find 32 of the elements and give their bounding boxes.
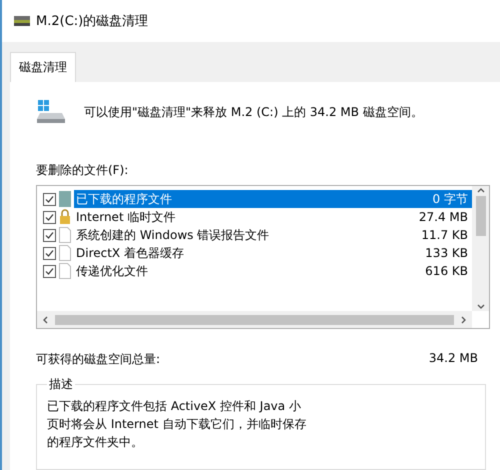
checkbox[interactable] <box>43 210 56 224</box>
scroll-left-icon[interactable] <box>41 316 49 324</box>
scroll-down-icon[interactable] <box>476 303 484 311</box>
file-icon <box>59 191 71 207</box>
scroll-up-icon[interactable] <box>476 186 484 194</box>
file-item[interactable]: 系统创建的 Windows 错误报告文件 11.7 KB <box>74 226 472 244</box>
tab[interactable]: 磁盘清理 <box>10 52 76 82</box>
file-icon <box>59 227 71 243</box>
files-label: 要删除的文件(F): <box>36 162 130 179</box>
drive-icon <box>36 99 66 125</box>
description-title: 描述 <box>48 376 74 393</box>
file-list[interactable]: 已下载的程序文件 0 字节 Internet 临时文件 27.4 MB 系统创建的 Windows 错误报告文件 11.7 KB DirectX 着色器缓存 133 KB 传递优化文件 616 KB <box>36 185 490 329</box>
file-item[interactable]: 传递优化文件 616 KB <box>74 262 472 280</box>
scroll-right-icon[interactable] <box>460 316 468 324</box>
total-value: 34.2 MB <box>428 351 478 367</box>
file-item[interactable]: DirectX 着色器缓存 133 KB <box>74 244 472 262</box>
window-title: M.2(C:)的磁盘清理 <box>36 13 148 30</box>
checkbox[interactable] <box>43 192 56 206</box>
file-item[interactable]: 已下载的程序文件 0 字节 <box>74 190 472 208</box>
checkbox[interactable] <box>43 228 56 242</box>
checkbox[interactable] <box>43 246 56 260</box>
drive-icon <box>14 15 30 27</box>
intro-text: 可以使用"磁盘清理"来释放 M.2 (C:) 上的 34.2 MB 磁盘空间。 <box>84 104 423 120</box>
total-label: 可获得的磁盘空间总量: <box>36 351 160 368</box>
file-item[interactable]: Internet 临时文件 27.4 MB <box>74 208 472 226</box>
file-icon <box>59 263 71 279</box>
file-icon <box>59 245 71 261</box>
scrollbar-thumb[interactable] <box>55 314 454 324</box>
scrollbar-thumb[interactable] <box>476 196 486 236</box>
lock-icon <box>59 209 71 225</box>
description-text: 已下载的程序文件包括 ActiveX 控件和 Java 小 页时将会从 Internet 自动下载它们，并临时保存 的程序文件夹中。 <box>47 398 308 451</box>
checkbox[interactable] <box>43 264 56 278</box>
